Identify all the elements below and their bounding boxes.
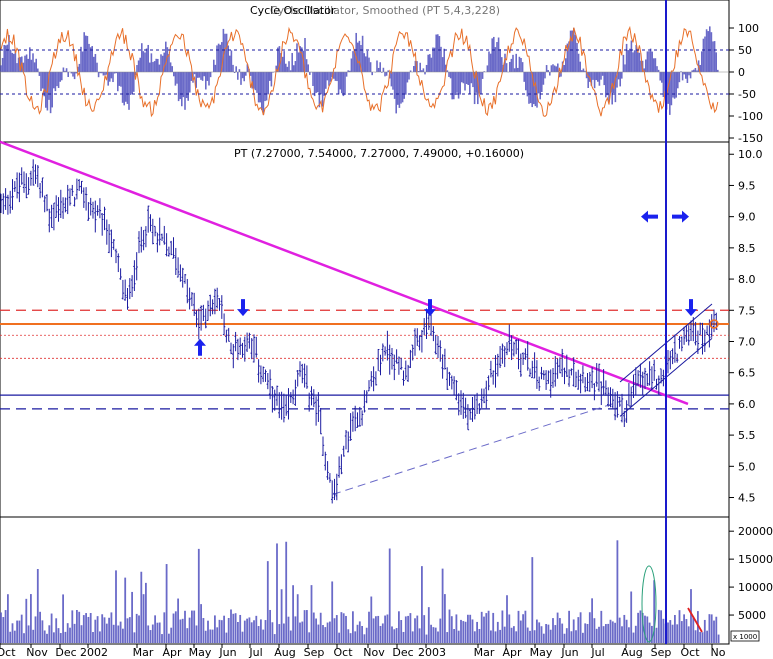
- price-y-tick-label: 6.5: [738, 367, 756, 380]
- oscillator-y-tick-label: 0: [738, 66, 745, 79]
- volume-y-tick-label: 20000: [738, 525, 773, 538]
- oscillator-y-tick-label: -150: [738, 132, 763, 145]
- price-y-tick-label: 9.0: [738, 211, 756, 224]
- price-y-tick-label: 7.5: [738, 304, 756, 317]
- x-tick-label: May: [530, 646, 553, 659]
- x-tick-label: Nov: [363, 646, 385, 659]
- x-tick-label: Dec: [55, 646, 76, 659]
- x-tick-label: No: [711, 646, 726, 659]
- x-tick-label: Dec: [392, 646, 413, 659]
- x-tick-label: Mar: [474, 646, 495, 659]
- price-y-tick-label: 5.5: [738, 429, 756, 442]
- x-tick-label: Jun: [218, 646, 236, 659]
- x-tick-label: Apr: [162, 646, 182, 659]
- x-tick-label: Jun: [560, 646, 578, 659]
- volume-y-tick-label: 10000: [738, 581, 773, 594]
- volume-y-tick-label: 15000: [738, 553, 773, 566]
- price-y-tick-label: 8.0: [738, 273, 756, 286]
- price-y-tick-label: 9.5: [738, 179, 756, 192]
- price-y-tick-label: 10.0: [738, 148, 763, 161]
- x-tick-label: Sep: [304, 646, 325, 659]
- x-tick-label: Aug: [621, 646, 642, 659]
- price-y-tick-label: 6.0: [738, 398, 756, 411]
- oscillator-y-tick-label: -100: [738, 110, 763, 123]
- stock-chart: Cycle Oscillator Cycle Oscillator, Smoot…: [0, 0, 773, 659]
- x-tick-label: Oct: [680, 646, 700, 659]
- price-y-tick-label: 7.0: [738, 335, 756, 348]
- oscillator-y-tick-label: 100: [738, 22, 759, 35]
- x-tick-label: Nov: [26, 646, 48, 659]
- x-tick-label: Jul: [590, 646, 604, 659]
- x-tick-label: Mar: [133, 646, 154, 659]
- x-tick-label: Aug: [274, 646, 295, 659]
- x-tick-label: Sep: [651, 646, 672, 659]
- x-tick-label: Jul: [248, 646, 262, 659]
- price-title: PT (7.27000, 7.54000, 7.27000, 7.49000, …: [234, 147, 524, 160]
- price-y-tick-label: 5.0: [738, 460, 756, 473]
- oscillator-title-overlay: Cycle Oscillator, Smoothed (PT 5,4,3,228…: [270, 4, 500, 17]
- oscillator-y-tick-label: 50: [738, 44, 752, 57]
- price-y-tick-label: 8.5: [738, 242, 756, 255]
- x-tick-label: May: [189, 646, 212, 659]
- volume-unit-label: x 1000: [733, 633, 757, 641]
- volume-y-tick-label: 5000: [738, 609, 766, 622]
- oscillator-y-tick-label: -50: [738, 88, 756, 101]
- chart-background: [0, 0, 773, 659]
- x-tick-label: Apr: [502, 646, 522, 659]
- x-tick-label: Oct: [333, 646, 353, 659]
- x-tick-label: 2002: [80, 646, 108, 659]
- x-tick-label: 2003: [418, 646, 446, 659]
- price-y-tick-label: 4.5: [738, 492, 756, 505]
- x-tick-label: Oct: [0, 646, 16, 659]
